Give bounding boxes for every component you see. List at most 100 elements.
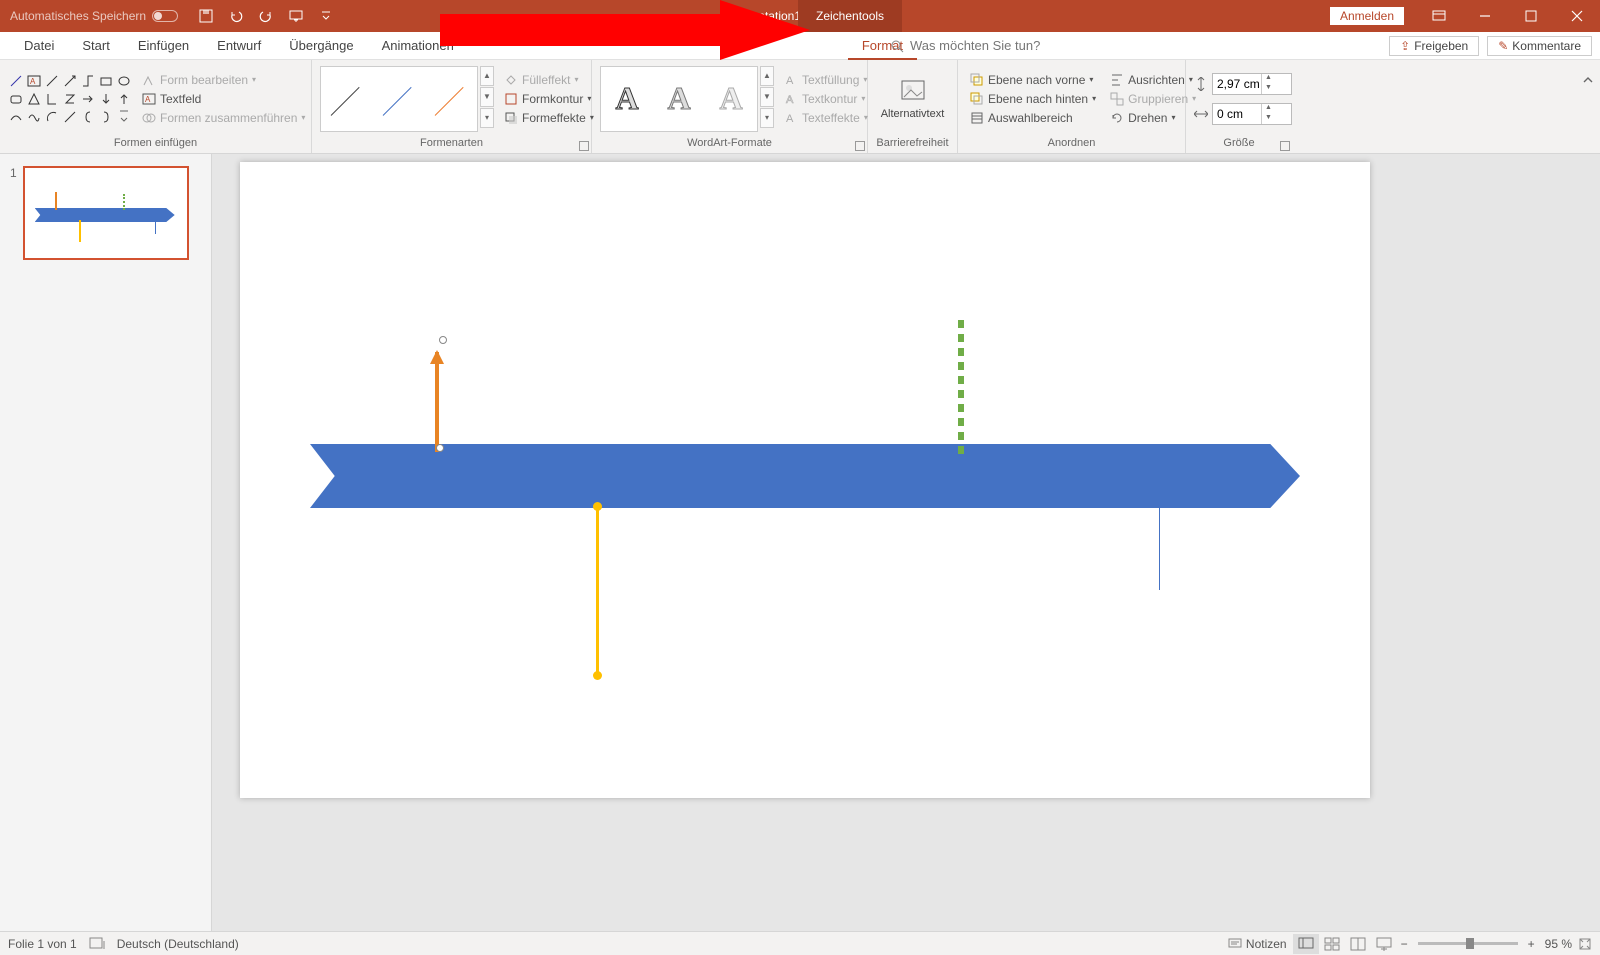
gallery-down-icon[interactable]: ▼: [480, 87, 494, 107]
spin-up-icon[interactable]: ▲: [1262, 104, 1275, 114]
shape-brace-l-icon[interactable]: [80, 109, 96, 125]
shape-up-icon[interactable]: [116, 91, 132, 107]
shape-line-icon[interactable]: [8, 73, 24, 89]
slide[interactable]: [240, 162, 1370, 798]
merge-shapes-button[interactable]: Formen zusammenführen▾: [138, 110, 309, 126]
zoom-level[interactable]: 95 %: [1545, 937, 1572, 951]
undo-icon[interactable]: [228, 8, 244, 24]
slideshow-icon[interactable]: [288, 8, 304, 24]
wa-preset-1[interactable]: A: [615, 80, 638, 117]
style-preset-3[interactable]: [431, 79, 471, 119]
text-fill-button[interactable]: ATextfüllung▾: [780, 72, 872, 88]
collapse-ribbon-icon[interactable]: [1580, 72, 1596, 88]
shape-arrow-icon[interactable]: [62, 73, 78, 89]
qat-more-icon[interactable]: [318, 8, 334, 24]
zoom-slider[interactable]: [1418, 942, 1518, 945]
style-preset-2[interactable]: [379, 79, 419, 119]
zoom-in-icon[interactable]: +: [1528, 937, 1535, 951]
ribbon-display-icon[interactable]: [1416, 0, 1462, 32]
gallery-up-icon[interactable]: ▲: [480, 66, 494, 86]
spin-down-icon[interactable]: ▼: [1262, 84, 1275, 94]
gallery-more-icon[interactable]: ▾: [480, 108, 494, 128]
style-preset-1[interactable]: [327, 79, 367, 119]
selection-pane-button[interactable]: Auswahlbereich: [966, 110, 1100, 126]
slideshow-view-icon[interactable]: [1371, 934, 1397, 954]
notes-button[interactable]: Notizen: [1222, 937, 1293, 951]
shape-l-icon[interactable]: [44, 91, 60, 107]
rotation-handle[interactable]: [439, 336, 447, 344]
shape-curve-icon[interactable]: [8, 109, 24, 125]
shape-triangle-icon[interactable]: [26, 91, 42, 107]
slide-indicator[interactable]: Folie 1 von 1: [8, 937, 77, 951]
shape-line2-icon[interactable]: [44, 73, 60, 89]
shape-oval-icon[interactable]: [116, 73, 132, 89]
wa-up-icon[interactable]: ▲: [760, 66, 774, 86]
orange-arrow-shape[interactable]: [434, 352, 440, 452]
green-dotted-line-shape[interactable]: [958, 320, 964, 450]
normal-view-icon[interactable]: [1293, 934, 1319, 954]
shape-outline-button[interactable]: Formkontur▾: [500, 91, 598, 107]
language-indicator[interactable]: Deutsch (Deutschland): [117, 937, 239, 951]
minimize-icon[interactable]: [1462, 0, 1508, 32]
shape-style-gallery[interactable]: [320, 66, 478, 132]
tab-animations[interactable]: Animationen: [368, 32, 468, 60]
spin-down-icon[interactable]: ▼: [1262, 114, 1275, 124]
shape-effects-button[interactable]: Formeffekte▾: [500, 110, 598, 126]
wordart-gallery[interactable]: A A A: [600, 66, 758, 132]
wa-down-icon[interactable]: ▼: [760, 87, 774, 107]
textbox-button[interactable]: ATextfeld: [138, 91, 309, 107]
spin-up-icon[interactable]: ▲: [1262, 74, 1275, 84]
shape-roundrect-icon[interactable]: [8, 91, 24, 107]
shape-rect-icon[interactable]: [98, 73, 114, 89]
sorter-view-icon[interactable]: [1319, 934, 1345, 954]
send-backward-button[interactable]: Ebene nach hinten▾: [966, 91, 1100, 107]
chevron-arrow-shape[interactable]: [310, 444, 1300, 508]
redo-icon[interactable]: [258, 8, 274, 24]
shape-fill-button[interactable]: Fülleffekt▾: [500, 72, 598, 88]
shape-gallery[interactable]: A: [8, 73, 132, 125]
blue-line-shape[interactable]: [1159, 506, 1160, 590]
shape-brace-r-icon[interactable]: [98, 109, 114, 125]
dialog-launcher-icon[interactable]: [855, 141, 865, 151]
autosave-toggle[interactable]: Automatisches Speichern: [10, 9, 178, 23]
tab-insert[interactable]: Einfügen: [124, 32, 203, 60]
shape-more-icon[interactable]: [116, 109, 132, 125]
tab-transitions[interactable]: Übergänge: [275, 32, 367, 60]
shape-dline-icon[interactable]: [62, 109, 78, 125]
comments-button[interactable]: ✎Kommentare: [1487, 36, 1592, 56]
shape-z-icon[interactable]: [62, 91, 78, 107]
shape-arc-icon[interactable]: [44, 109, 60, 125]
bring-forward-button[interactable]: Ebene nach vorne▾: [966, 72, 1100, 88]
shape-down-icon[interactable]: [98, 91, 114, 107]
text-effects-button[interactable]: ATexteffekte▾: [780, 110, 872, 126]
signin-button[interactable]: Anmelden: [1330, 7, 1404, 25]
shape-arrow2-icon[interactable]: [80, 91, 96, 107]
shape-textbox-icon[interactable]: A: [26, 73, 42, 89]
tab-design[interactable]: Entwurf: [203, 32, 275, 60]
shape-free-icon[interactable]: [26, 109, 42, 125]
slide-canvas[interactable]: [212, 154, 1600, 931]
yellow-line-shape[interactable]: [596, 506, 599, 676]
shape-connector-icon[interactable]: [80, 73, 96, 89]
close-icon[interactable]: [1554, 0, 1600, 32]
share-button[interactable]: ⇪Freigeben: [1389, 36, 1479, 56]
wa-preset-3[interactable]: A: [719, 80, 742, 117]
slide-thumbnails-pane[interactable]: 1: [0, 154, 212, 931]
wa-more-icon[interactable]: ▾: [760, 108, 774, 128]
toggle-off-icon[interactable]: [152, 10, 178, 22]
reading-view-icon[interactable]: [1345, 934, 1371, 954]
slide-thumbnail[interactable]: 1: [10, 166, 211, 260]
alt-text-button[interactable]: Alternativtext: [876, 78, 949, 120]
height-input[interactable]: ▲▼: [1212, 73, 1292, 95]
fit-to-window-icon[interactable]: [1578, 937, 1592, 951]
tell-me-search[interactable]: Was möchten Sie tun?: [890, 38, 1040, 53]
width-input[interactable]: ▲▼: [1212, 103, 1292, 125]
maximize-icon[interactable]: [1508, 0, 1554, 32]
tab-file[interactable]: Datei: [10, 32, 68, 60]
spellcheck-icon[interactable]: [89, 937, 105, 951]
selection-handle[interactable]: [436, 444, 444, 452]
zoom-out-icon[interactable]: −: [1401, 937, 1408, 951]
text-outline-button[interactable]: ATextkontur▾: [780, 91, 872, 107]
dialog-launcher-icon[interactable]: [1280, 141, 1290, 151]
dialog-launcher-icon[interactable]: [579, 141, 589, 151]
